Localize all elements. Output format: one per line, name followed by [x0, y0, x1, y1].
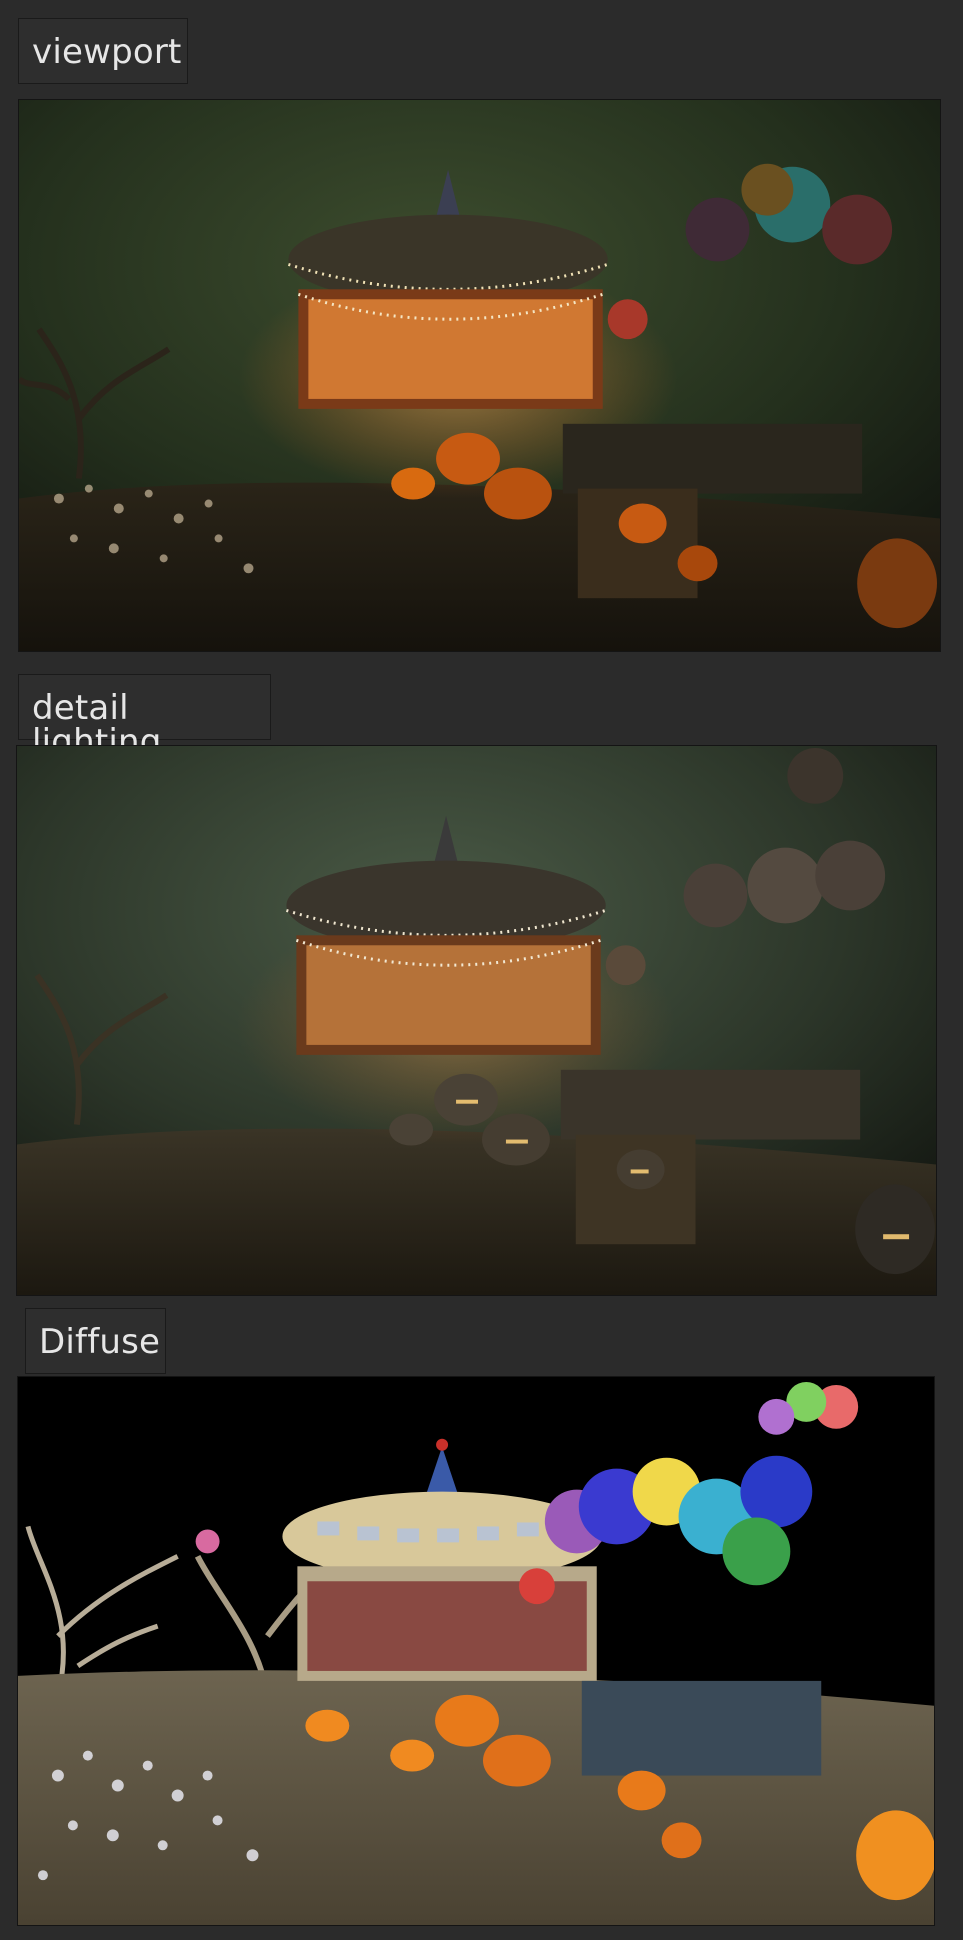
detail-lighting-label: detail lighting — [18, 674, 271, 759]
diffuse-label: Diffuse — [25, 1308, 166, 1374]
diffuse-render[interactable] — [17, 1376, 935, 1926]
detail-lighting-render[interactable] — [16, 745, 937, 1296]
viewport-label: viewport — [18, 18, 188, 84]
viewport-scene — [19, 100, 940, 651]
viewport-render[interactable] — [18, 99, 941, 652]
diffuse-scene — [18, 1377, 934, 1925]
detail-lighting-scene — [17, 746, 936, 1295]
